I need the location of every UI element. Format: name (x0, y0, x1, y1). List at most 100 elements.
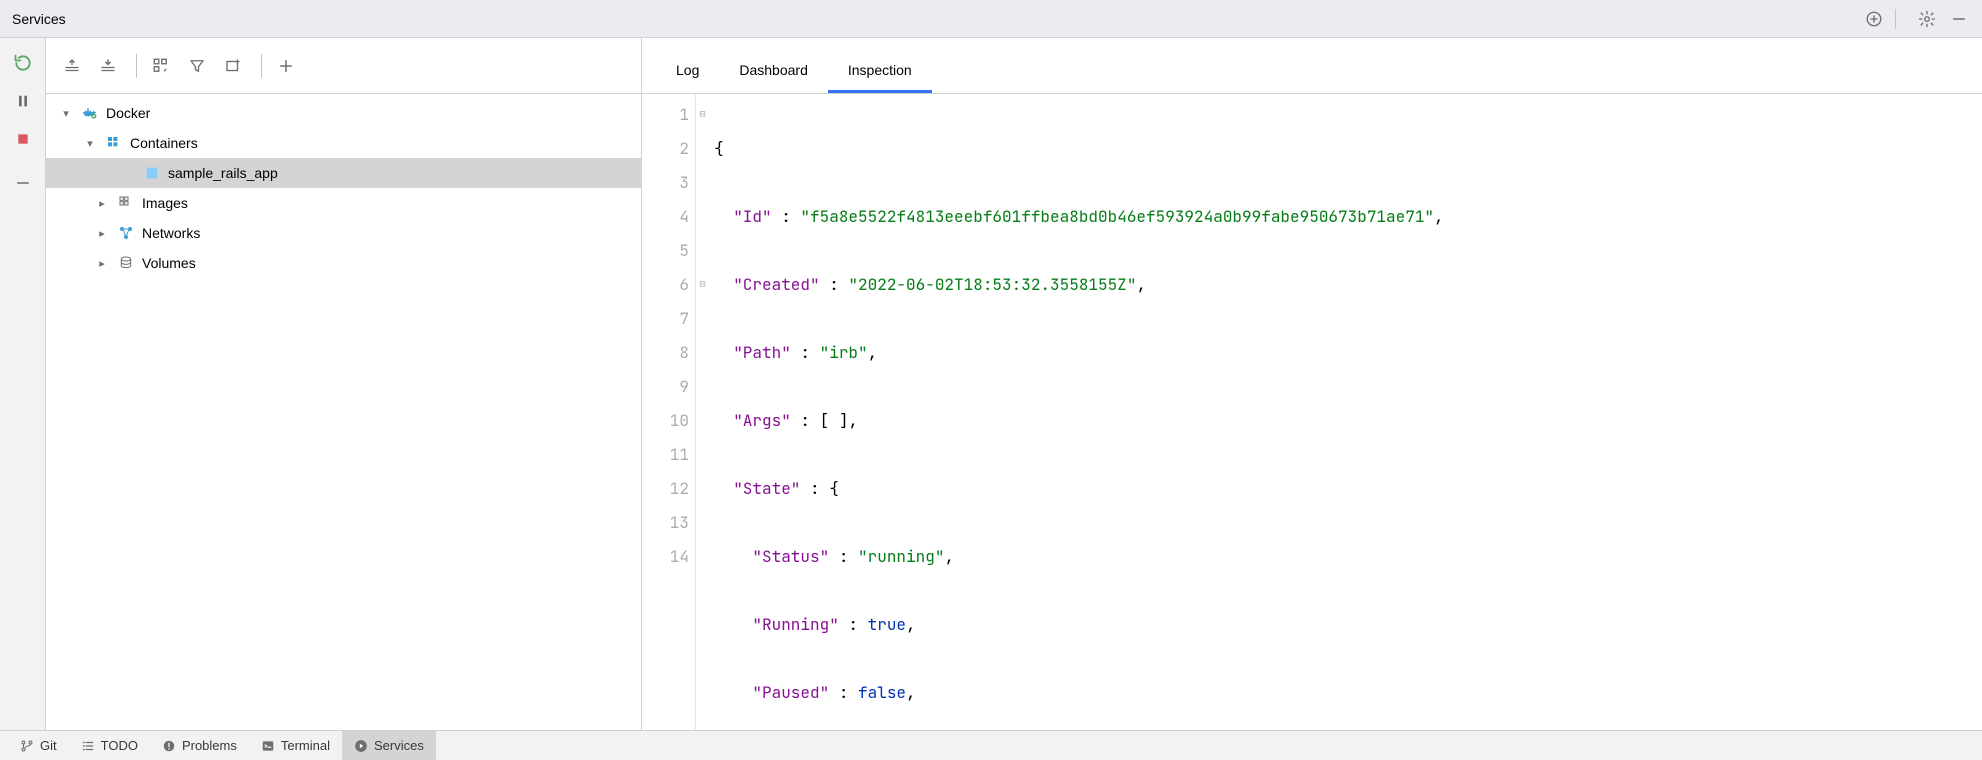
stop-icon[interactable] (8, 124, 38, 154)
status-label: Problems (182, 738, 237, 753)
tree-node-label: sample_rails_app (168, 165, 278, 181)
hide-icon[interactable] (8, 168, 38, 198)
line-number: 1 (642, 98, 689, 132)
line-number: 13 (642, 506, 689, 540)
code-token: : (829, 682, 858, 703)
code-token: "State" (733, 478, 800, 499)
open-new-tab-icon[interactable] (217, 50, 249, 82)
code-token: : (829, 546, 858, 567)
fold-marker-icon[interactable]: ⊟ (696, 107, 709, 120)
tree-node-volumes[interactable]: ▸ Volumes (46, 248, 641, 278)
tab-log[interactable]: Log (656, 50, 719, 93)
networks-icon (116, 223, 136, 243)
tabs-bar: Log Dashboard Inspection (642, 38, 1982, 94)
code-token: true (868, 614, 906, 635)
code-token: , (944, 546, 954, 567)
tree-node-docker[interactable]: ▾ Docker (46, 98, 641, 128)
volumes-icon (116, 253, 136, 273)
tab-inspection[interactable]: Inspection (828, 50, 932, 93)
line-number: 11 (642, 438, 689, 472)
status-item-services[interactable]: Services (342, 731, 436, 760)
code-token: : (820, 274, 849, 295)
gear-icon[interactable] (1916, 8, 1938, 30)
services-tree-panel: ▾ Docker ▾ Containers sample_rails_app (46, 38, 642, 730)
tree-node-label: Volumes (142, 255, 196, 271)
code-token: , (1136, 274, 1146, 295)
status-label: TODO (101, 738, 138, 753)
minimize-icon[interactable] (1948, 8, 1970, 30)
docker-icon (80, 103, 100, 123)
line-number: 9 (642, 370, 689, 404)
chevron-right-icon[interactable]: ▸ (94, 257, 110, 270)
add-icon[interactable] (270, 50, 302, 82)
expand-all-icon[interactable] (56, 50, 88, 82)
status-bar: Git TODO Problems Terminal Services (0, 730, 1982, 760)
git-branch-icon (20, 739, 34, 753)
code-token: , (1434, 206, 1444, 227)
containers-icon (104, 133, 124, 153)
line-number: 7 (642, 302, 689, 336)
play-icon (354, 739, 368, 753)
status-item-terminal[interactable]: Terminal (249, 731, 342, 760)
line-number: 5 (642, 234, 689, 268)
list-icon (81, 739, 95, 753)
group-by-icon[interactable] (145, 50, 177, 82)
status-label: Git (40, 738, 57, 753)
code-token: : [ ], (791, 410, 858, 431)
code-token: : (791, 342, 820, 363)
fold-gutter: ⊟ ⊟ (696, 94, 712, 730)
code-token: "Args" (733, 410, 791, 431)
chevron-right-icon[interactable]: ▸ (94, 227, 110, 240)
add-service-icon[interactable] (1863, 8, 1885, 30)
tree-node-images[interactable]: ▸ Images (46, 188, 641, 218)
tree-node-networks[interactable]: ▸ Networks (46, 218, 641, 248)
filter-icon[interactable] (181, 50, 213, 82)
tree-toolbar (46, 38, 641, 94)
code-content[interactable]: { "Id" : "f5a8e5522f4813eeebf601ffbea8bd… (712, 94, 1982, 730)
images-icon (116, 193, 136, 213)
rerun-icon[interactable] (8, 48, 38, 78)
status-label: Services (374, 738, 424, 753)
line-number: 10 (642, 404, 689, 438)
collapse-all-icon[interactable] (92, 50, 124, 82)
line-number: 8 (642, 336, 689, 370)
code-token: "running" (858, 546, 944, 567)
code-token: , (906, 614, 916, 635)
code-token: { (714, 138, 724, 159)
line-number: 6 (642, 268, 689, 302)
tree-node-sample-rails-app[interactable]: sample_rails_app (46, 158, 641, 188)
container-icon (142, 163, 162, 183)
status-item-todo[interactable]: TODO (69, 731, 150, 760)
status-label: Terminal (281, 738, 330, 753)
tool-window-title: Services (12, 11, 66, 27)
status-item-problems[interactable]: Problems (150, 731, 249, 760)
json-editor[interactable]: 1 2 3 4 5 6 7 8 9 10 11 12 13 14 ⊟ ⊟ { "… (642, 94, 1982, 730)
code-token: : { (800, 478, 838, 499)
code-token: "Paused" (752, 682, 829, 703)
code-token: "Created" (733, 274, 819, 295)
line-number: 2 (642, 132, 689, 166)
line-number: 4 (642, 200, 689, 234)
fold-marker-icon[interactable]: ⊟ (696, 277, 709, 290)
chevron-right-icon[interactable]: ▸ (94, 197, 110, 210)
tree-node-containers[interactable]: ▾ Containers (46, 128, 641, 158)
tab-dashboard[interactable]: Dashboard (719, 50, 828, 93)
tree-node-label: Docker (106, 105, 150, 121)
code-token: "f5a8e5522f4813eeebf601ffbea8bd0b46ef593… (800, 206, 1434, 227)
chevron-down-icon[interactable]: ▾ (58, 107, 74, 120)
chevron-down-icon[interactable]: ▾ (82, 137, 98, 150)
warning-icon (162, 739, 176, 753)
code-token: "Id" (733, 206, 771, 227)
pause-icon[interactable] (8, 86, 38, 116)
line-number-gutter: 1 2 3 4 5 6 7 8 9 10 11 12 13 14 (642, 94, 696, 730)
services-tree[interactable]: ▾ Docker ▾ Containers sample_rails_app (46, 94, 641, 730)
line-number: 12 (642, 472, 689, 506)
tree-node-label: Networks (142, 225, 200, 241)
line-number: 14 (642, 540, 689, 574)
tree-node-label: Containers (130, 135, 198, 151)
code-token: "2022-06-02T18:53:32.3558155Z" (848, 274, 1136, 295)
code-token: : (772, 206, 801, 227)
status-item-git[interactable]: Git (8, 731, 69, 760)
terminal-icon (261, 739, 275, 753)
left-vertical-toolbar (0, 38, 46, 730)
